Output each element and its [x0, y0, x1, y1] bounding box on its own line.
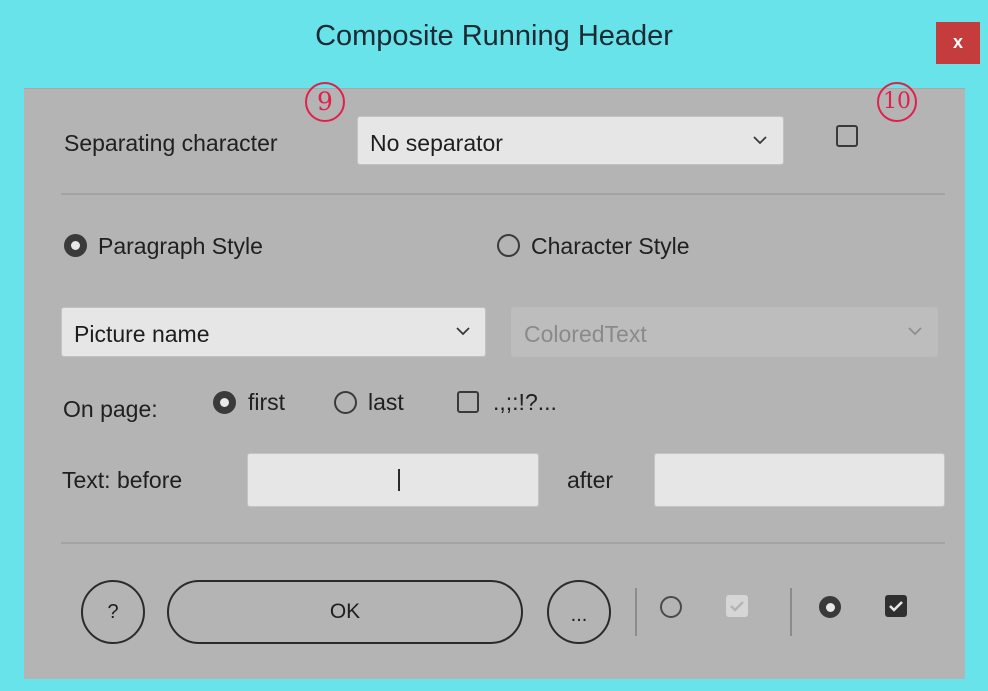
paragraph-style-select-value: Picture name [74, 321, 210, 347]
dialog-window: Composite Running Header x 9 10 Separati… [0, 0, 988, 691]
chevron-down-icon [456, 327, 470, 336]
divider [790, 588, 792, 636]
annotation-badge-9: 9 [305, 82, 345, 122]
punctuation-label: .,;:!?... [493, 389, 557, 415]
help-button[interactable]: ? [81, 580, 145, 644]
separator-checkbox[interactable] [836, 125, 858, 147]
ok-button[interactable]: OK [167, 580, 523, 644]
checkbox-sample-disabled [726, 595, 748, 617]
after-label: after [567, 467, 614, 493]
character-style-select: ColoredText [511, 307, 938, 357]
text-cursor [398, 469, 400, 491]
first-radio[interactable] [213, 391, 236, 414]
divider [635, 588, 637, 636]
paragraph-style-select[interactable]: Picture name [61, 307, 486, 357]
text-after-input[interactable] [654, 453, 945, 507]
punctuation-checkbox[interactable] [457, 391, 479, 413]
character-style-select-value: ColoredText [524, 321, 647, 347]
last-radio[interactable] [334, 391, 357, 414]
divider [61, 193, 945, 195]
chevron-down-icon [753, 136, 767, 145]
checkbox-sample-checked [885, 595, 907, 617]
divider [61, 542, 945, 544]
text-before-label: Text: before [62, 467, 183, 493]
radio-sample-on [819, 596, 841, 618]
close-button[interactable]: x [936, 22, 980, 64]
chevron-down-icon [908, 327, 922, 336]
more-options-button[interactable]: ... [547, 580, 611, 644]
paragraph-style-label: Paragraph Style [98, 233, 263, 259]
text-before-input[interactable] [247, 453, 539, 507]
window-title: Composite Running Header [315, 20, 673, 52]
separating-character-label: Separating character [64, 130, 278, 156]
checkmark-icon [730, 601, 744, 612]
last-label: last [368, 389, 404, 415]
radio-sample-off [660, 596, 682, 618]
annotation-badge-10: 10 [877, 82, 917, 122]
separator-select[interactable]: No separator [357, 116, 784, 165]
character-style-radio[interactable] [497, 234, 520, 257]
title-bar[interactable]: Composite Running Header x [0, 0, 988, 88]
dialog-body: 9 10 Separating character No separator P… [24, 82, 965, 679]
first-label: first [248, 389, 286, 415]
paragraph-style-radio[interactable] [64, 234, 87, 257]
checkmark-icon [889, 601, 903, 612]
character-style-label: Character Style [531, 233, 690, 259]
on-page-label: On page: [63, 396, 158, 422]
separator-select-value: No separator [370, 130, 503, 156]
